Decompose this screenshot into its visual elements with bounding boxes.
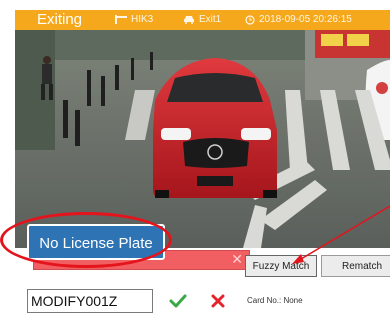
exit-name: Exit1 [199, 14, 222, 25]
cancel-button[interactable] [206, 290, 230, 312]
direction-status: Exiting [37, 11, 83, 28]
plate-number-input[interactable] [27, 289, 153, 313]
status-header: Exiting HIK3 Exit1 2018-09-05 20:26:15 [15, 10, 390, 30]
car-icon [184, 16, 194, 24]
clock-icon [245, 14, 255, 25]
rematch-button[interactable]: Rematch [321, 255, 390, 277]
timestamp: 2018-09-05 20:26:15 [259, 14, 352, 25]
time-info: 2018-09-05 20:26:15 [245, 14, 352, 25]
annotation-ellipse [0, 212, 172, 268]
plate-edit-row: Card No.: None [0, 282, 390, 314]
lane-name: HIK3 [131, 14, 154, 25]
lane-info: HIK3 [115, 14, 153, 25]
close-icon [211, 294, 225, 308]
confirm-button[interactable] [166, 290, 190, 312]
gate-icon [115, 15, 127, 24]
fuzzy-match-button[interactable]: Fuzzy Match [245, 255, 317, 277]
check-icon [169, 294, 187, 308]
exit-info: Exit1 [183, 14, 221, 25]
vehicle [153, 58, 277, 198]
card-number: Card No.: None [247, 296, 303, 305]
close-icon[interactable]: ✕ [231, 251, 243, 268]
